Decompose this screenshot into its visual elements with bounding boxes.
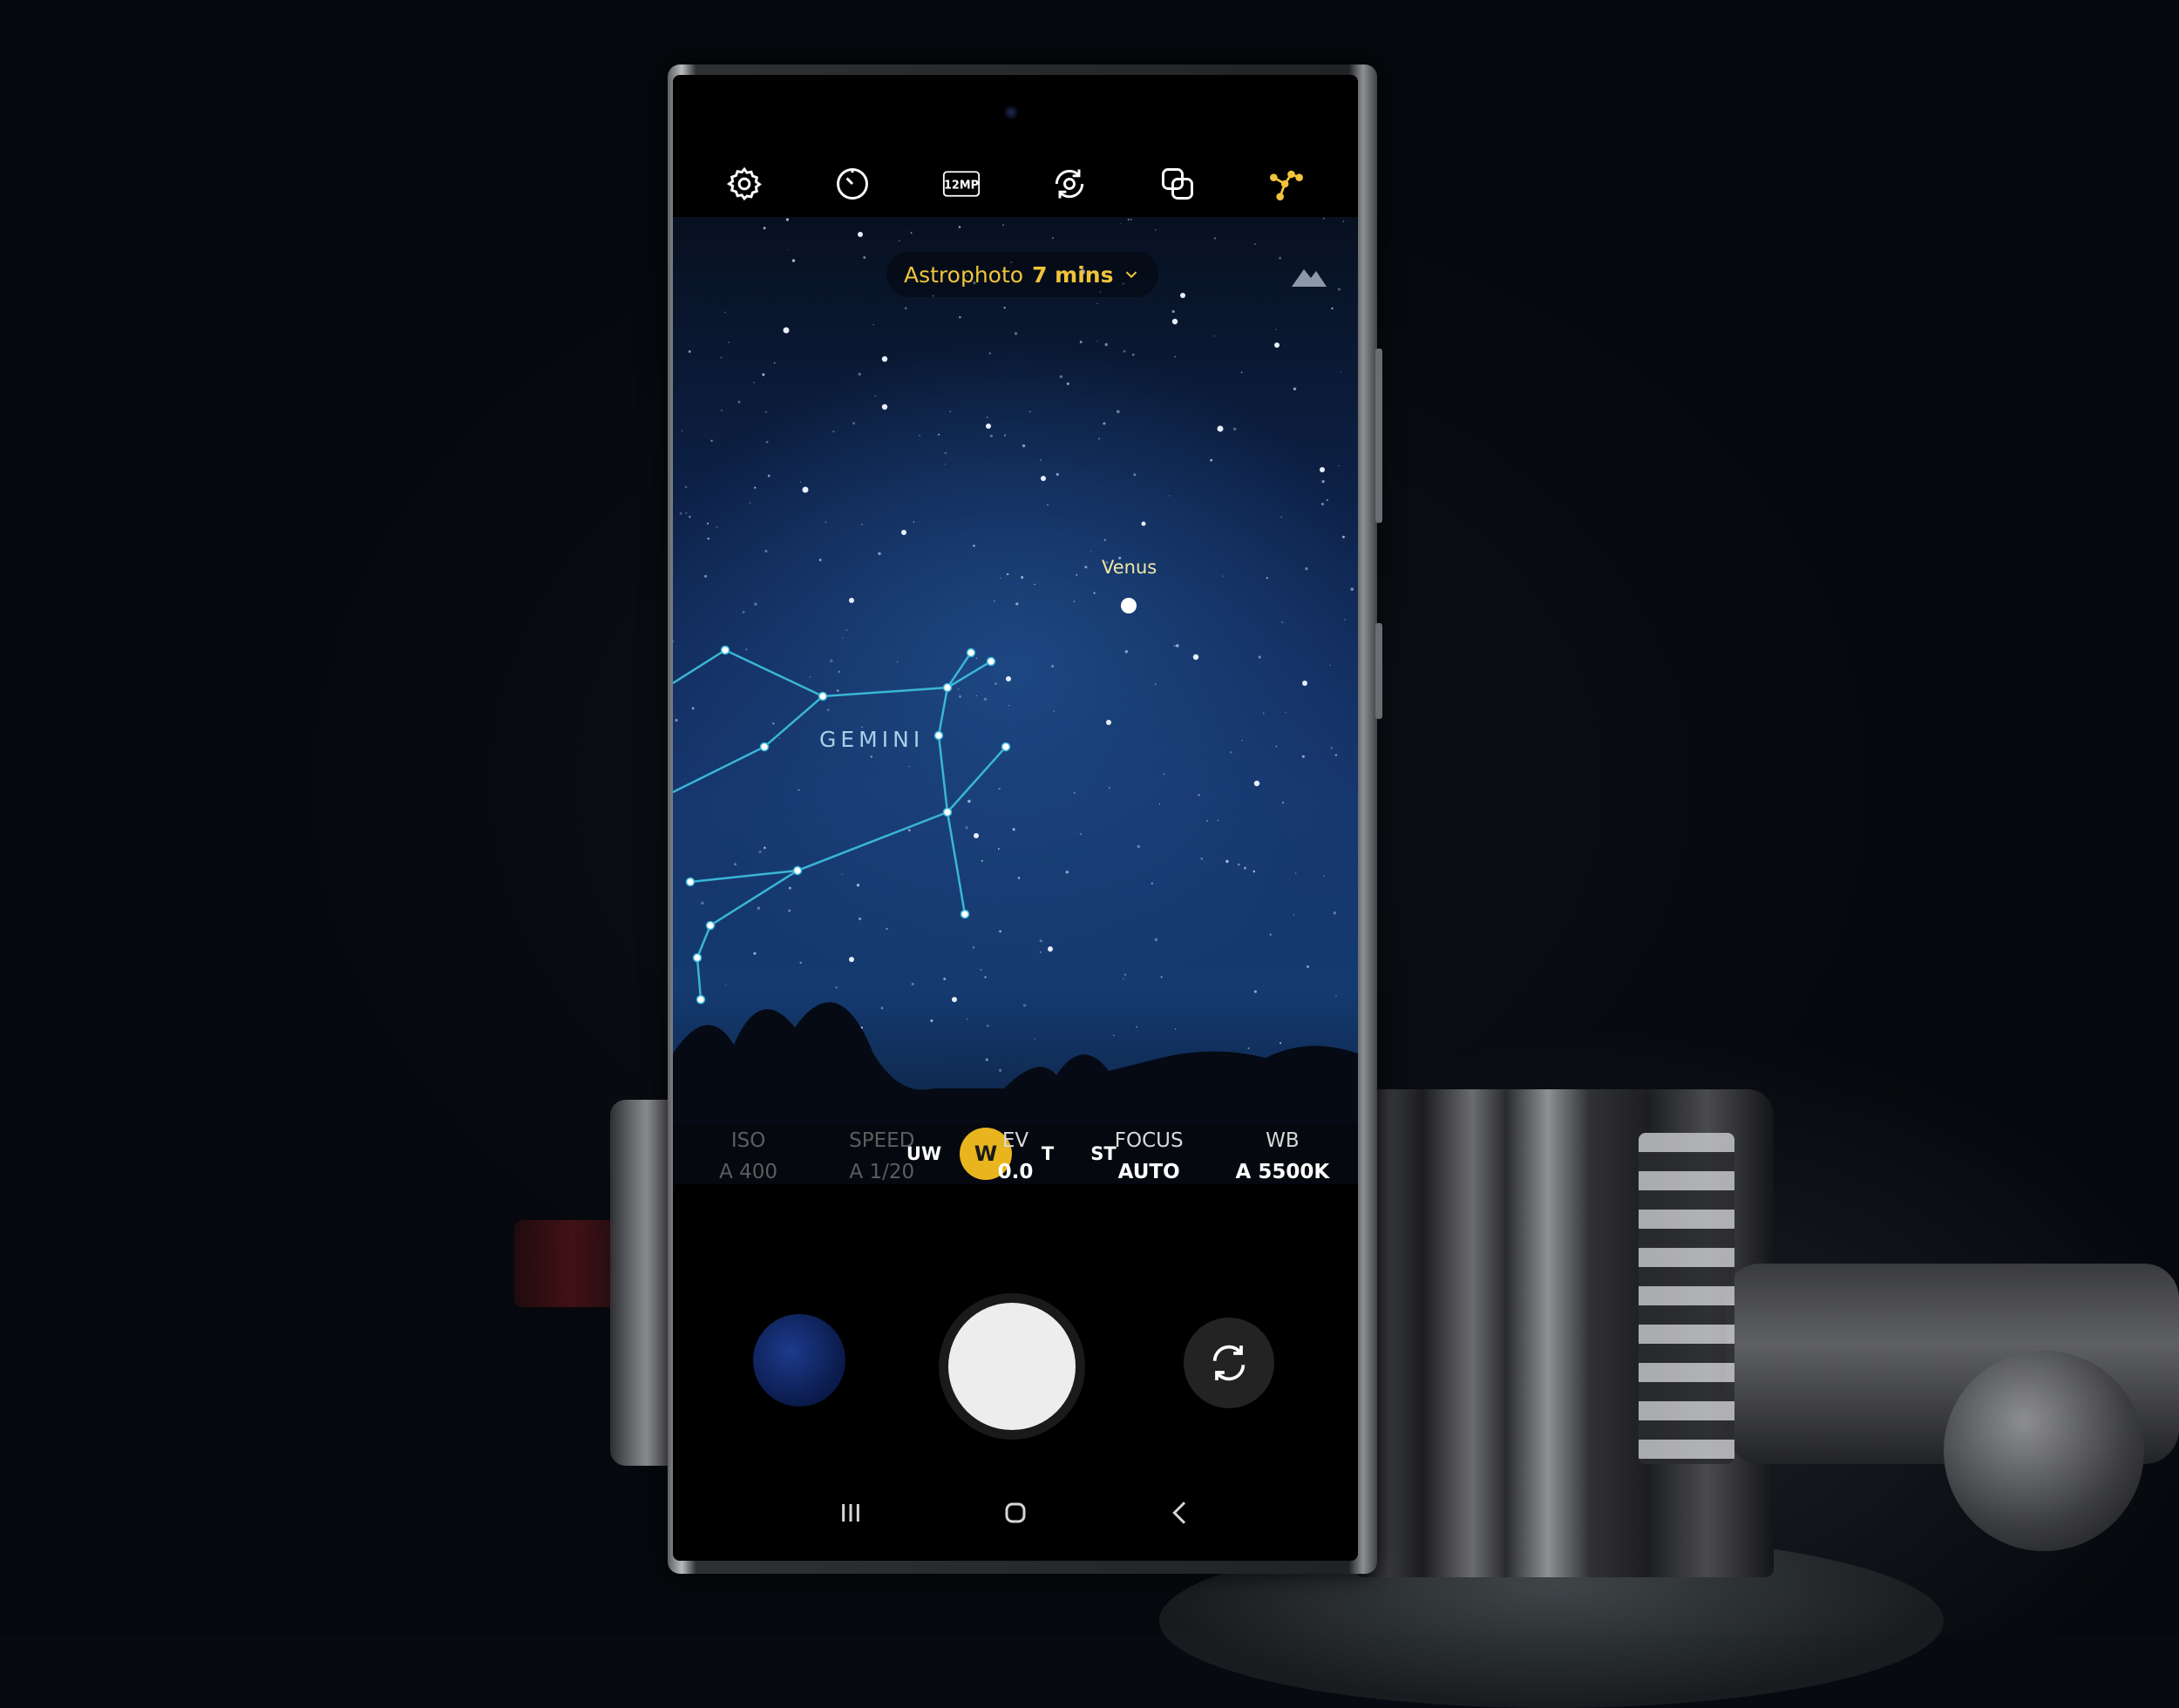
viewfinder[interactable]: Astrophoto 7 mins Venus GEMINI UW W T ST: [673, 217, 1358, 1184]
back-button[interactable]: [1154, 1487, 1206, 1539]
mode-duration: 7 mins: [1032, 261, 1114, 288]
sky-overlay: [673, 217, 1358, 1184]
clamp-grip: [1639, 1133, 1734, 1464]
focus-mode-icon[interactable]: [1045, 159, 1094, 208]
astrophoto-mode-selector[interactable]: Astrophoto 7 mins: [886, 252, 1159, 297]
speed-label: SPEED: [849, 1129, 915, 1152]
recent-apps-button[interactable]: [825, 1487, 877, 1539]
constellation-guide-icon[interactable]: [1262, 159, 1311, 208]
gallery-thumbnail[interactable]: [753, 1314, 845, 1406]
gemini-label: GEMINI: [819, 727, 925, 752]
wb-value: A 5500K: [1235, 1161, 1330, 1183]
recent-apps-icon: [842, 1504, 860, 1522]
focus-label: FOCUS: [1114, 1129, 1184, 1152]
venus-label: Venus: [1102, 557, 1157, 578]
settings-icon[interactable]: [720, 159, 769, 208]
background-stars: [673, 217, 1354, 1088]
timer-icon[interactable]: [828, 159, 877, 208]
home-icon: [1005, 1502, 1026, 1523]
wb-label: WB: [1266, 1129, 1300, 1152]
switch-camera-icon: [1212, 1345, 1246, 1381]
phone-screen: 12MP Astrophoto 7 mins Venus GEMINI UW W…: [673, 75, 1358, 1561]
venus-planet: [1121, 598, 1137, 613]
wb-setting[interactable]: WB A 5500K: [1217, 1129, 1347, 1225]
shutter-button[interactable]: [939, 1293, 1085, 1440]
resolution-icon[interactable]: 12MP: [937, 159, 986, 208]
shutter-inner: [948, 1303, 1076, 1430]
chevron-down-icon: [1126, 271, 1137, 279]
iso-label: ISO: [730, 1129, 766, 1152]
ev-value: 0.0: [997, 1161, 1034, 1183]
power-button: [1375, 623, 1382, 719]
filter-icon[interactable]: [1153, 159, 1202, 208]
mode-label: Astrophoto: [904, 261, 1024, 288]
switch-camera-button[interactable]: [1184, 1318, 1274, 1408]
android-nav-bar: [673, 1478, 1358, 1548]
landscape-icon[interactable]: [1288, 257, 1330, 292]
ev-setting[interactable]: EV 0.0: [950, 1129, 1081, 1225]
resolution-label: 12MP: [944, 180, 979, 193]
speed-setting[interactable]: SPEED A 1/20: [817, 1129, 947, 1225]
speed-value: A 1/20: [849, 1161, 915, 1183]
ev-label: EV: [1001, 1129, 1029, 1152]
gemini-constellation-lines: [673, 648, 1007, 1000]
volume-button: [1375, 349, 1382, 523]
focus-setting[interactable]: FOCUS AUTO: [1083, 1129, 1214, 1225]
pro-settings-bar: ISO A 400 SPEED A 1/20 EV 0.0 FOCUS AUTO…: [673, 1129, 1358, 1225]
back-icon: [1171, 1501, 1185, 1524]
iso-value: A 400: [719, 1161, 778, 1183]
tripod-knob: [1944, 1351, 2144, 1551]
bright-stars: [783, 232, 1325, 1002]
iso-setting[interactable]: ISO A 400: [683, 1129, 814, 1225]
front-camera: [1004, 105, 1018, 119]
focus-value: AUTO: [1117, 1161, 1180, 1183]
capture-controls: [673, 1269, 1358, 1443]
home-button[interactable]: [989, 1487, 1042, 1539]
gemini-constellation-stars: [685, 645, 1011, 1005]
